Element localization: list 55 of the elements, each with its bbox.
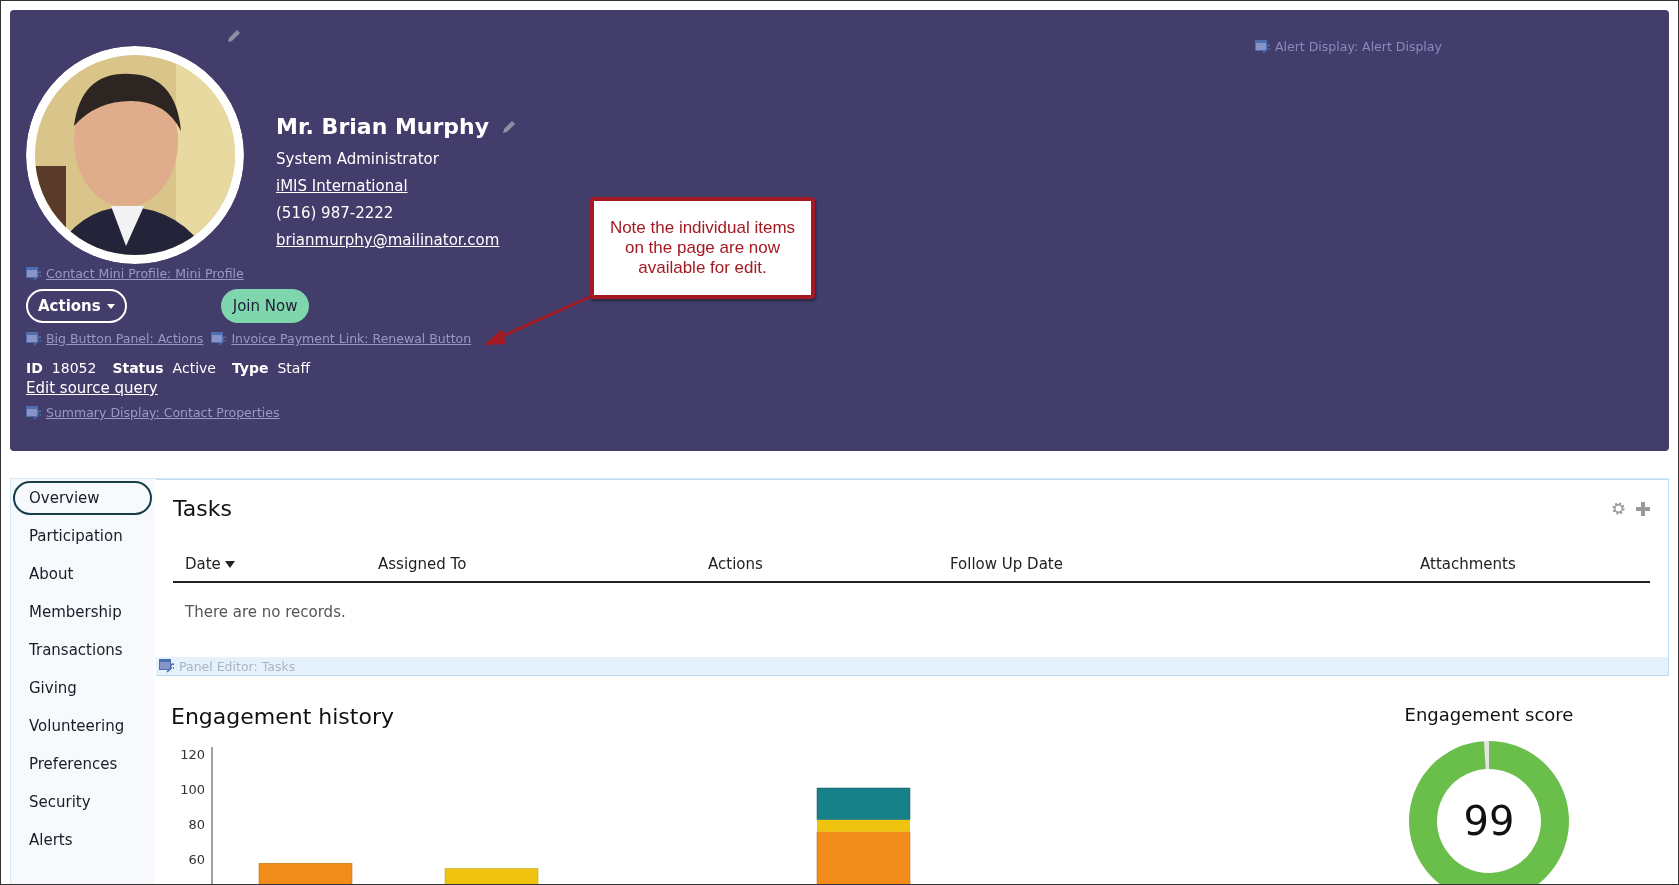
nav-tab[interactable]: Overview [13, 481, 152, 515]
editor-icon [26, 331, 41, 346]
add-icon[interactable] [1636, 501, 1650, 516]
donut-remainder [1484, 741, 1489, 770]
caret-icon [106, 303, 115, 309]
nav-tab[interactable]: Volunteering [13, 709, 152, 743]
edit-source-query-link[interactable]: Edit source query [26, 378, 158, 399]
summary-editor-link[interactable]: Summary Display: Contact Properties [26, 405, 280, 420]
empty-message: There are no records. [184, 602, 347, 623]
column-header[interactable]: Actions [708, 555, 950, 573]
nav-tab[interactable]: Preferences [13, 747, 152, 781]
pencil-icon[interactable] [226, 28, 242, 44]
nav-tab[interactable]: About [13, 557, 152, 591]
settings-icon[interactable] [1611, 501, 1626, 516]
editor-icon [26, 266, 41, 281]
property-label: Status [112, 360, 164, 376]
nav-tab[interactable]: Transactions [13, 633, 152, 667]
engagement-score-title: Engagement score [1404, 704, 1574, 725]
tasks-title: Tasks [173, 496, 232, 521]
mini-profile-editor-link[interactable]: Contact Mini Profile: Mini Profile [26, 266, 244, 281]
contact-name: Mr. Brian Murphy [276, 114, 490, 139]
column-header[interactable]: Date [185, 555, 378, 573]
panel-editor-link[interactable]: Big Button Panel: Actions [26, 331, 204, 346]
actions-button[interactable]: Actions [26, 289, 127, 323]
axis-tick-label: 120 [180, 746, 205, 764]
nav-tab[interactable]: Membership [13, 595, 152, 629]
column-header[interactable]: Attachments [1420, 555, 1650, 573]
engagement-history-title: Engagement history [171, 704, 395, 729]
property-value: Staff [277, 360, 311, 376]
property-value: 18052 [51, 360, 97, 376]
property-value: Active [172, 360, 216, 376]
email-link[interactable]: brianmurphy@mailinator.com [276, 230, 518, 251]
phone-number: (516) 987-2222 [276, 203, 395, 224]
panel-editor-link[interactable]: Invoice Payment Link: Renewal Button [211, 331, 472, 346]
job-title: System Administrator [276, 149, 440, 170]
nav-tab[interactable]: Participation [13, 519, 152, 553]
editor-icon [211, 331, 227, 346]
organization-link[interactable]: iMIS International [276, 176, 518, 197]
pencil-icon[interactable] [501, 118, 518, 135]
nav-tab[interactable]: Giving [13, 671, 152, 705]
column-header[interactable]: Assigned To [378, 555, 708, 573]
callout-note: Note the individual items on the page are now available for edit. [590, 197, 815, 299]
score-value: 99 [1463, 798, 1515, 844]
editor-icon [1255, 39, 1270, 54]
axis-tick-label: 100 [180, 781, 205, 799]
editor-icon [26, 405, 41, 420]
property-label: Type [231, 360, 269, 376]
editor-icon [159, 659, 174, 673]
join-now-button[interactable]: Join Now [220, 289, 310, 323]
axis-tick-label: 60 [188, 851, 205, 869]
column-header[interactable]: Follow Up Date [950, 555, 1420, 573]
nav-tab[interactable]: Alerts [13, 823, 152, 857]
nav-tab[interactable]: Security [13, 785, 152, 819]
property-label: ID [26, 360, 43, 376]
axis-tick-label: 80 [188, 816, 205, 834]
